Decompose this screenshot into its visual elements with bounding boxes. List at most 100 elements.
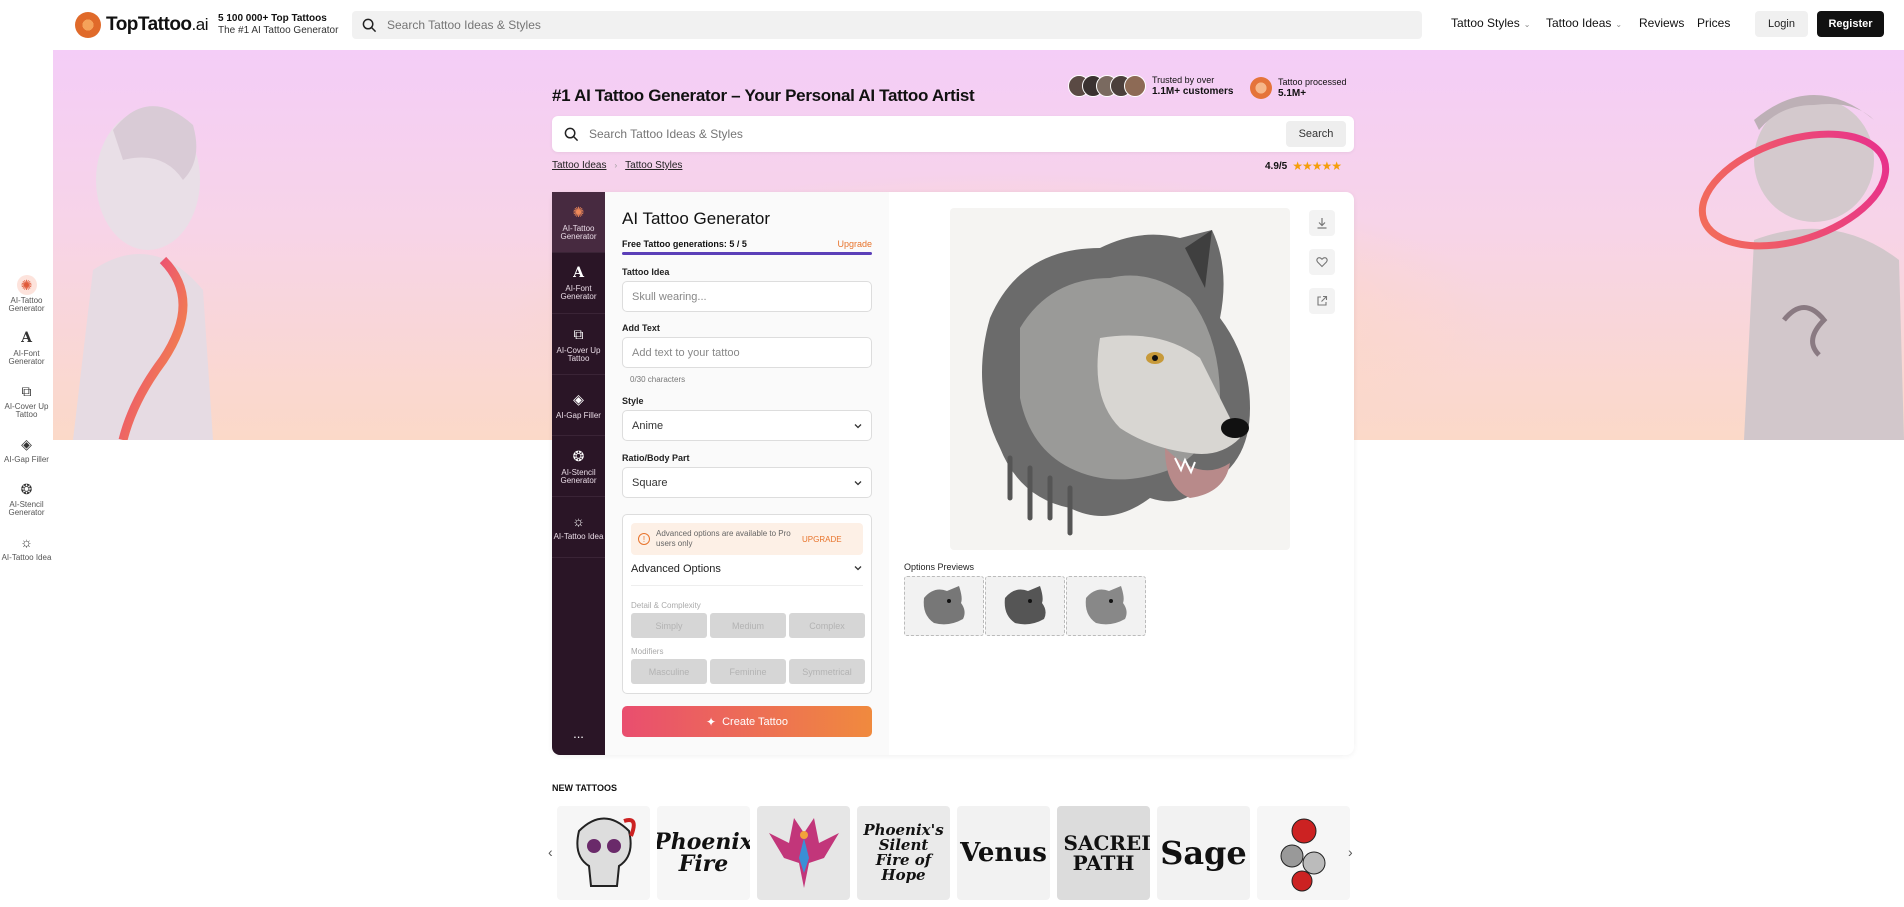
tattoo-thumbnail[interactable]	[1257, 806, 1350, 900]
create-tattoo-label: Create Tattoo	[722, 715, 788, 728]
detail-options: Simply Medium Complex	[631, 613, 865, 638]
processed-text: Tattoo processed 5.1M+	[1278, 77, 1347, 99]
rail-item-tattoo-generator[interactable]: ✺ AI-Tattoo Generator	[0, 275, 53, 313]
new-tattoos-heading: NEW TATTOOS	[552, 783, 617, 793]
new-tattoos-carousel: ‹ Phoenix Fire Phoenix's Silent Fire of …	[548, 806, 1358, 902]
nav-prices[interactable]: Prices	[1697, 16, 1730, 30]
tattoo-thumbnail[interactable]: Phoenix Fire	[657, 806, 750, 900]
trusted-text: Trusted by over 1.1M+ customers	[1152, 75, 1233, 97]
tattoo-thumbnail[interactable]: Sage	[1157, 806, 1250, 900]
rating: 4.9/5 ★★★★★	[1265, 159, 1342, 173]
preview-thumbnail[interactable]	[1066, 576, 1146, 636]
ratio-label: Ratio/Body Part	[622, 453, 690, 463]
font-icon: A	[21, 330, 32, 346]
tattoo-thumbnail[interactable]	[757, 806, 850, 900]
rail-item-stencil-generator[interactable]: ❂ AI-Stencil Generator	[0, 479, 53, 517]
rail-item-label: AI-Cover Up Tattoo	[4, 402, 49, 419]
modifier-option[interactable]: Masculine	[631, 659, 707, 684]
login-button[interactable]: Login	[1755, 11, 1808, 37]
nav-tattoo-ideas[interactable]: Tattoo Ideas ⌄	[1546, 16, 1622, 30]
trusted-label: Trusted by over	[1152, 75, 1215, 85]
nav-tattoo-styles[interactable]: Tattoo Styles ⌄	[1451, 16, 1530, 30]
sidebar-item-label: AI-Stencil Generator	[560, 467, 597, 485]
chevron-right-icon[interactable]: ›	[1348, 844, 1353, 860]
sidebar-item-font-generator[interactable]: A AI-Font Generator	[552, 253, 605, 314]
tattoo-thumbnail[interactable]: Venus	[957, 806, 1050, 900]
search-button[interactable]: Search	[1286, 121, 1346, 147]
detail-option[interactable]: Medium	[710, 613, 786, 638]
add-text-input[interactable]: Add text to your tattoo	[622, 337, 872, 368]
wolf-tattoo-image	[982, 230, 1250, 536]
trusted-count: 1.1M+ customers	[1152, 86, 1234, 97]
sidebar-item-cover-up[interactable]: ⧉ AI-Cover Up Tattoo	[552, 314, 605, 375]
sidebar-item-label: AI-Cover Up Tattoo	[556, 345, 601, 363]
rating-value: 4.9/5	[1265, 160, 1288, 172]
tattoo-thumbnail-text: Venus	[960, 838, 1047, 868]
top-search-bar[interactable]	[352, 11, 1422, 39]
heart-icon[interactable]	[1309, 249, 1335, 275]
download-icon[interactable]	[1309, 210, 1335, 236]
info-icon: !	[638, 533, 650, 545]
register-button[interactable]: Register	[1817, 11, 1884, 37]
rail-item-gap-filler[interactable]: ◈ AI-Gap Filler	[0, 434, 53, 464]
sidebar-item-tattoo-idea[interactable]: ☼ AI-Tattoo Idea	[552, 497, 605, 558]
tattoo-machine-icon: ✺	[16, 275, 37, 295]
pro-upgrade-link[interactable]: UPGRADE	[802, 535, 842, 544]
rail-item-label: AI-Gap Filler	[4, 455, 49, 464]
top-navigation-bar: TopTattoo.ai 5 100 000+ Top Tattoos The …	[0, 0, 1904, 48]
preview-thumbnail[interactable]	[985, 576, 1065, 636]
generated-tattoo-image[interactable]	[950, 208, 1290, 550]
tattoo-thumbnail[interactable]	[557, 806, 650, 900]
rail-item-label: AI-Font Generator	[8, 349, 45, 366]
statue-right-image	[1698, 95, 1904, 440]
modifier-option[interactable]: Feminine	[710, 659, 786, 684]
rail-item-label: AI-Tattoo Generator	[8, 296, 45, 313]
ratio-select[interactable]: Square	[622, 467, 872, 498]
sidebar-item-tattoo-generator[interactable]: ✺ AI-Tattoo Generator	[552, 192, 605, 253]
breadcrumb-tattoo-styles[interactable]: Tattoo Styles	[625, 160, 682, 171]
preview-thumbnail[interactable]	[904, 576, 984, 636]
share-icon[interactable]	[1309, 288, 1335, 314]
sparkle-icon: ✦	[706, 714, 717, 729]
rail-item-cover-up[interactable]: ⧉ AI-Cover Up Tattoo	[0, 381, 53, 419]
breadcrumb-tattoo-ideas[interactable]: Tattoo Ideas	[552, 160, 606, 171]
generations-counter: Free Tattoo generations: 5 / 5 Upgrade	[622, 239, 872, 249]
tattoo-thumbnail[interactable]: SACRED PATH	[1057, 806, 1150, 900]
processed-label: Tattoo processed	[1278, 77, 1347, 87]
hero-search-input[interactable]	[589, 127, 1269, 141]
search-icon	[362, 18, 377, 32]
tagline-count: 5 100 000+ Top Tattoos	[218, 13, 327, 24]
advanced-options-toggle[interactable]: Advanced Options	[631, 563, 863, 575]
create-tattoo-button[interactable]: ✦ Create Tattoo	[622, 706, 872, 737]
tattoo-thumbnail-text: Sage	[1160, 834, 1247, 872]
nav-reviews[interactable]: Reviews	[1639, 16, 1684, 30]
sidebar-item-stencil-generator[interactable]: ❂ AI-Stencil Generator	[552, 436, 605, 497]
tattoo-machine-icon: ✺	[572, 203, 585, 220]
detail-option[interactable]: Complex	[789, 613, 865, 638]
rail-item-tattoo-idea[interactable]: ☼ AI-Tattoo Idea	[0, 532, 53, 562]
chevron-down-icon	[854, 566, 862, 571]
lightbulb-icon: ☼	[572, 513, 585, 529]
top-search-input[interactable]	[387, 18, 1287, 32]
logo[interactable]: TopTattoo.ai	[75, 12, 209, 38]
sidebar-item-gap-filler[interactable]: ◈ AI-Gap Filler	[552, 375, 605, 436]
more-tools-button[interactable]: ...	[552, 726, 605, 741]
chevron-left-icon[interactable]: ‹	[548, 844, 553, 860]
options-previews	[904, 576, 1146, 636]
divider	[631, 585, 863, 586]
hero-search-bar[interactable]: Search	[552, 116, 1354, 152]
cover-up-icon: ⧉	[21, 382, 32, 399]
advanced-options-box: ! Advanced options are available to Pro …	[622, 514, 872, 694]
upgrade-link[interactable]: Upgrade	[837, 239, 872, 249]
roses-tattoo-image	[1280, 818, 1325, 891]
character-counter: 0/30 characters	[630, 375, 686, 384]
tattoo-idea-input[interactable]: Skull wearing...	[622, 281, 872, 312]
generator-form: AI Tattoo Generator Free Tattoo generati…	[605, 192, 889, 755]
style-select[interactable]: Anime	[622, 410, 872, 441]
tattoo-thumbnail[interactable]: Phoenix's Silent Fire of Hope	[857, 806, 950, 900]
detail-option[interactable]: Simply	[631, 613, 707, 638]
modifiers-label: Modifiers	[631, 647, 664, 656]
processed-icon	[1250, 77, 1272, 99]
rail-item-font-generator[interactable]: A AI-Font Generator	[0, 328, 53, 366]
modifier-option[interactable]: Symmetrical	[789, 659, 865, 684]
